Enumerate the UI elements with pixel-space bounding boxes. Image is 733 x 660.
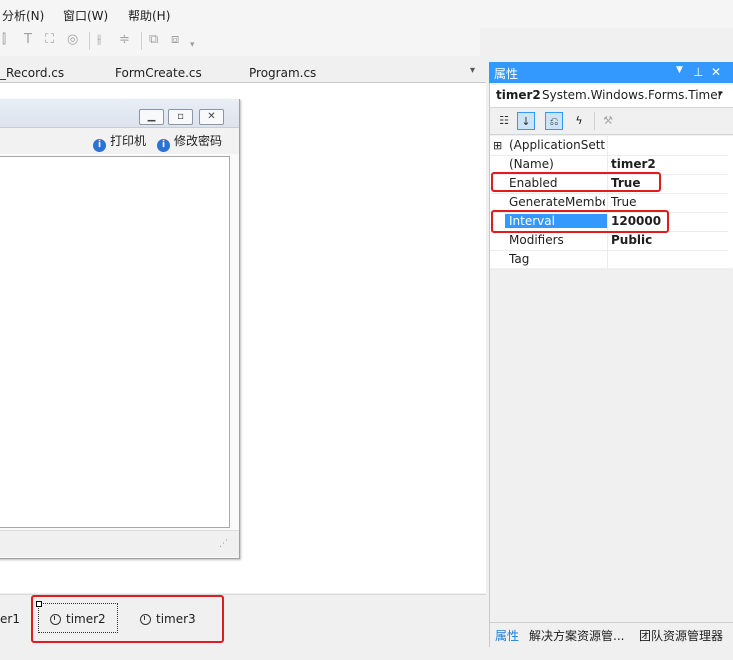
space-h-icon[interactable]: ⫲	[97, 33, 111, 47]
overflow-icon[interactable]: ▾	[190, 38, 204, 52]
object-name: timer2	[496, 88, 541, 102]
alphabetical-icon[interactable]: ↓	[517, 112, 535, 130]
expand-icon[interactable]: ⊞	[493, 139, 502, 152]
minimize-icon: ▁	[139, 109, 164, 125]
space-v-icon[interactable]: ≑	[119, 33, 133, 47]
status-strip	[0, 647, 733, 659]
tab-solution-explorer[interactable]: 解决方案资源管...	[529, 627, 624, 644]
print-menu-item[interactable]: i 打印机	[93, 132, 147, 152]
chevron-down-icon: ▾	[718, 89, 723, 99]
menu-analyze[interactable]: 分析(N)	[2, 7, 44, 24]
print-label: 打印机	[110, 134, 147, 148]
property-row-applicationsettings[interactable]: ⊞ (ApplicationSettin	[490, 136, 728, 156]
info-icon: i	[93, 139, 106, 152]
tab-team-explorer[interactable]: 团队资源管理器	[639, 627, 723, 644]
property-row-tag[interactable]: Tag	[490, 250, 728, 270]
categorized-icon[interactable]: ☷	[495, 112, 513, 130]
events-icon[interactable]: ϟ	[570, 112, 588, 130]
enabled-highlight-box	[491, 172, 661, 192]
close-icon: ✕	[199, 109, 224, 125]
document-tabstrip	[0, 56, 486, 83]
order-icon[interactable]: ⧉	[149, 33, 163, 47]
tab-record[interactable]: _Record.cs	[0, 66, 64, 80]
info-icon: i	[157, 139, 170, 152]
properties-icon[interactable]: ⎌	[545, 112, 563, 130]
order-back-icon[interactable]: ⧈	[171, 33, 185, 47]
object-selector[interactable]: timer2 System.Windows.Forms.Timer ▾	[490, 85, 733, 108]
toolbar-separator	[594, 112, 595, 130]
menu-help[interactable]: 帮助(H)	[128, 7, 170, 24]
tab-program[interactable]: Program.cs	[249, 66, 316, 80]
text-icon[interactable]: T	[24, 33, 38, 47]
toolbar-separator	[141, 32, 142, 50]
change-password-menu-item[interactable]: i 修改密码	[157, 132, 223, 152]
tab-list-dropdown-icon[interactable]: ▾	[470, 65, 475, 76]
object-type: System.Windows.Forms.Timer	[542, 88, 723, 102]
form-status-strip	[0, 530, 239, 557]
property-row-modifiers[interactable]: Modifiers Public	[490, 231, 728, 251]
change-password-label: 修改密码	[174, 134, 223, 148]
size-icon[interactable]: ⛶	[45, 33, 59, 47]
center-icon[interactable]: ◎	[67, 33, 81, 47]
tab-formcreate[interactable]: FormCreate.cs	[115, 66, 202, 80]
menu-window[interactable]: 窗口(W)	[63, 7, 108, 24]
dropdown-icon[interactable]: ▼	[676, 65, 683, 75]
property-pages-icon[interactable]: ⚒	[599, 112, 617, 130]
menu-bar: 分析(N) 窗口(W) 帮助(H)	[0, 0, 733, 28]
resize-grip-icon[interactable]: ⋰	[219, 539, 229, 549]
tray-timer1[interactable]: er1	[0, 612, 20, 626]
align-icon[interactable]: ⫿	[2, 33, 16, 47]
tab-properties[interactable]: 属性	[495, 627, 519, 644]
toolbar-separator	[89, 32, 90, 50]
tray-highlight-box	[31, 595, 224, 643]
pin-icon[interactable]: ⊥	[693, 65, 703, 79]
close-icon[interactable]: ✕	[711, 65, 721, 79]
interval-highlight-box	[491, 210, 669, 233]
maximize-icon: ▫	[168, 109, 193, 125]
form-client-area[interactable]	[0, 156, 230, 528]
properties-title: 属性	[494, 67, 519, 81]
